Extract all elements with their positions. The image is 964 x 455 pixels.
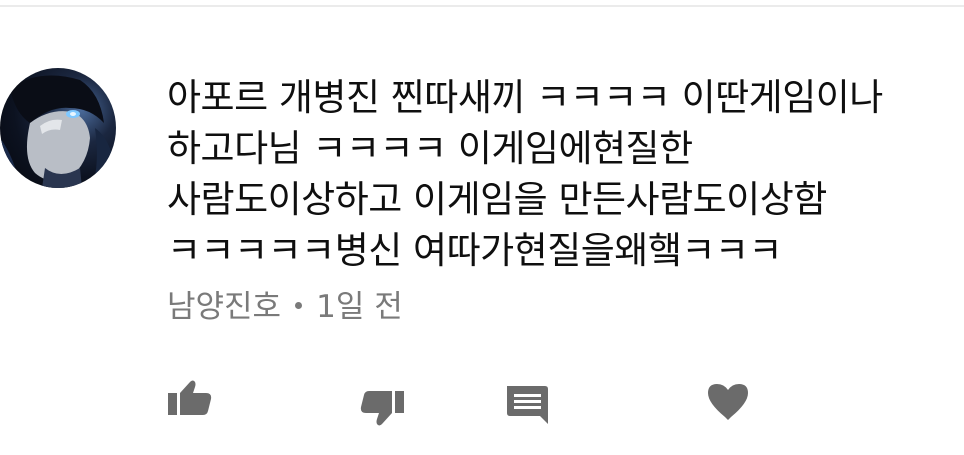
separator-dot: [295, 302, 303, 309]
dislike-button[interactable]: [358, 386, 406, 434]
comment-line: ㅋㅋㅋㅋㅋ병신 여따가현질을왜햌ㅋㅋㅋ: [167, 229, 782, 272]
comment-meta: 남양진호 1일 전: [167, 287, 403, 327]
like-button[interactable]: [166, 374, 214, 422]
heart-button[interactable]: [705, 378, 753, 426]
comment-line: 사람도이상하고 이게임을 만든사람도이상함: [167, 178, 827, 221]
avatar[interactable]: [0, 68, 116, 188]
comment-icon: [507, 386, 548, 424]
thumbs-down-icon: [360, 391, 404, 426]
author-name[interactable]: 남양진호: [167, 289, 281, 325]
reply-button[interactable]: [504, 382, 552, 430]
comment-line: 아포르 개병진 찐따새끼 ㅋㅋㅋㅋ 이딴게임이나: [167, 76, 883, 119]
heart-icon: [708, 384, 748, 420]
comment-time: 1일 전: [316, 289, 403, 325]
comment-line: 하고다님 ㅋㅋㅋㅋ 이게임에현질한: [167, 127, 693, 170]
top-divider: [0, 5, 964, 7]
comment-text: 아포르 개병진 찐따새끼 ㅋㅋㅋㅋ 이딴게임이나 하고다님 ㅋㅋㅋㅋ 이게임에현…: [167, 72, 957, 276]
thumbs-up-icon: [168, 380, 212, 415]
